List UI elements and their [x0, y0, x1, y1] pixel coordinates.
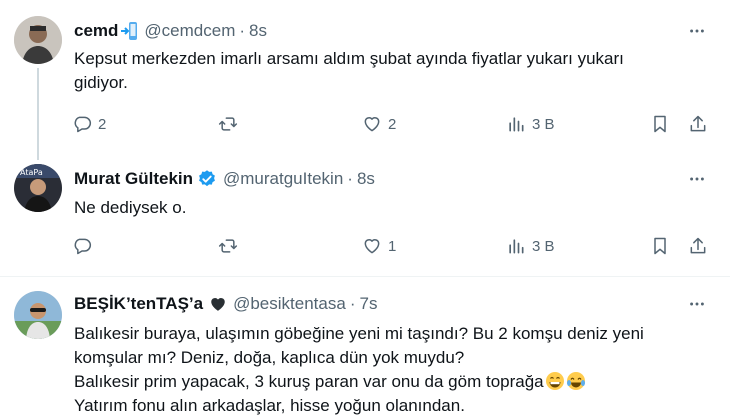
author-name[interactable]: Murat Gültekin: [74, 169, 193, 189]
tweet-besiktentasa[interactable]: BEŞİK’tenTAŞ’a @besiktentasa · 7s Balıke…: [0, 277, 730, 420]
black-heart-emoji: [209, 295, 227, 313]
bookmark-icon: [654, 115, 666, 133]
more-icon[interactable]: [686, 168, 708, 190]
grin-emoji: [545, 371, 565, 391]
retweet-button[interactable]: [218, 234, 244, 258]
tweet-text-line: gidiyor.: [74, 73, 128, 92]
view-count: 3 B: [532, 115, 555, 133]
view-count: 3 B: [532, 237, 555, 255]
separator: ·: [239, 21, 246, 40]
views-button[interactable]: 3 B: [506, 112, 555, 136]
tweet-text: Balıkesir buraya, ulaşımın göbeğine yeni…: [74, 322, 700, 418]
like-count: 2: [388, 115, 397, 133]
tweet-text-line: Yatırım fonu alın arkadaşlar, hisse yoğu…: [74, 396, 465, 415]
separator: ·: [347, 169, 353, 188]
like-icon: [364, 117, 380, 132]
tweet-cemd[interactable]: cemd @cemdcem · 8s Kepsut merkezden imar…: [0, 0, 730, 160]
author-name[interactable]: BEŞİK’tenTAŞ’a: [74, 294, 203, 314]
tweet-text-line: Ne dediysek o.: [74, 198, 187, 217]
timestamp[interactable]: 7s: [359, 294, 377, 314]
share-icon: [690, 237, 706, 254]
retweet-button[interactable]: [218, 112, 244, 136]
reply-icon: [74, 116, 92, 133]
tweet-actions: 1 3 B: [70, 234, 710, 258]
like-count: 1: [388, 237, 397, 255]
share-button[interactable]: [688, 234, 708, 258]
more-icon[interactable]: [686, 293, 708, 315]
timestamp[interactable]: 8s: [249, 21, 267, 41]
tears-of-joy-emoji: [566, 371, 586, 391]
reply-button[interactable]: 2: [72, 112, 106, 136]
like-button[interactable]: 2: [362, 112, 396, 136]
author-handle[interactable]: @muratguItekin: [223, 169, 343, 189]
author-handle[interactable]: @cemdcem: [144, 21, 235, 41]
tweet-text: Kepsut merkezden imarlı arsamı aldım şub…: [74, 47, 700, 95]
avatar[interactable]: [14, 291, 62, 339]
bookmark-button[interactable]: [650, 112, 670, 136]
tweet-actions: 2 2 3 B: [70, 112, 710, 136]
tweet-text-line: komşular mı? Deniz, doğa, kaplıca dün yo…: [74, 348, 465, 367]
more-icon[interactable]: [686, 20, 708, 42]
views-icon: [509, 239, 524, 254]
mobile-phone-emoji: [120, 21, 138, 41]
timestamp[interactable]: 8s: [357, 169, 375, 189]
retweet-icon: [218, 239, 238, 253]
share-button[interactable]: [688, 112, 708, 136]
avatar[interactable]: AtaPa: [14, 164, 62, 212]
svg-text:AtaPa: AtaPa: [20, 168, 43, 177]
author-handle[interactable]: @besiktentasa: [233, 294, 346, 314]
like-icon: [364, 239, 380, 254]
reply-count: 2: [98, 115, 107, 133]
tweet-murat-gultekin[interactable]: AtaPa Murat Gültekin @muratguItekin · 8s…: [0, 150, 730, 276]
retweet-icon: [218, 117, 238, 131]
verified-badge-icon: [197, 169, 217, 189]
tweet-text-line: Kepsut merkezden imarlı arsamı aldım şub…: [74, 49, 624, 68]
reply-button[interactable]: [72, 234, 98, 258]
tweet-text: Ne dediysek o.: [74, 196, 700, 220]
avatar[interactable]: [14, 16, 62, 64]
views-button[interactable]: 3 B: [506, 234, 555, 258]
author-name[interactable]: cemd: [74, 21, 118, 41]
like-button[interactable]: 1: [362, 234, 396, 258]
tweet-text-line: Balıkesir buraya, ulaşımın göbeğine yeni…: [74, 324, 644, 343]
thread-line: [37, 68, 39, 160]
tweet-text-segment: Balıkesir prim yapacak, 3 kuruş paran va…: [74, 372, 544, 391]
tweet-text-line: Balıkesir prim yapacak, 3 kuruş paran va…: [74, 370, 700, 394]
views-icon: [509, 117, 524, 132]
bookmark-icon: [654, 237, 666, 255]
share-icon: [690, 115, 706, 132]
bookmark-button[interactable]: [650, 234, 670, 258]
separator: ·: [349, 294, 356, 313]
reply-icon: [74, 238, 92, 255]
